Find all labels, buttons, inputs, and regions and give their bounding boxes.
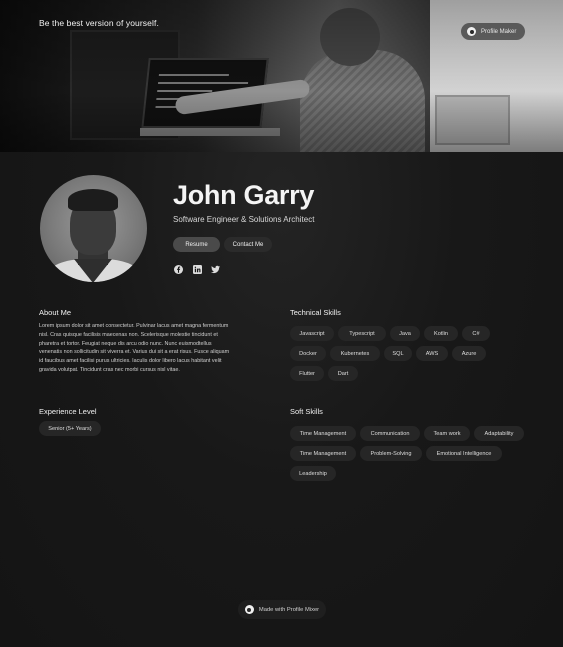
tech-skill-chip: Kubernetes	[330, 346, 380, 361]
contact-me-button[interactable]: Contact Me	[224, 237, 272, 252]
tech-skill-chip: Azure	[452, 346, 486, 361]
facebook-icon[interactable]	[174, 265, 183, 274]
made-with-badge[interactable]: Made with Profile Mixer	[238, 600, 326, 619]
tech-skill-chip: Typescript	[338, 326, 386, 341]
profile-role: Software Engineer & Solutions Architect	[173, 215, 315, 224]
soft-skill-chip: Adaptability	[474, 426, 524, 441]
hero-tagline: Be the best version of yourself.	[39, 18, 159, 28]
soft-skill-chip: Emotional Intelligence	[426, 446, 502, 461]
soft-skill-chip: Time Management	[290, 426, 356, 441]
tech-skill-chip: C#	[462, 326, 490, 341]
avatar	[40, 175, 147, 282]
profile-mixer-logo-icon	[244, 605, 254, 614]
tech-skill-chip: Java	[390, 326, 420, 341]
technical-skills-title: Technical Skills	[290, 308, 341, 317]
experience-title: Experience Level	[39, 407, 97, 416]
soft-skill-chip: Communication	[360, 426, 420, 441]
soft-skills-title: Soft Skills	[290, 407, 323, 416]
profile-name: John Garry	[173, 180, 315, 210]
twitter-icon[interactable]	[211, 265, 220, 274]
tech-skill-chip: Flutter	[290, 366, 324, 381]
tech-skill-chip: Kotlin	[424, 326, 458, 341]
experience-chip: Senior (5+ Years)	[39, 421, 101, 436]
made-with-label: Made with Profile Mixer	[258, 606, 320, 613]
soft-skill-chip: Time Management	[290, 446, 356, 461]
tech-skill-chip: Javascript	[290, 326, 334, 341]
soft-skill-chip: Team work	[424, 426, 470, 441]
profile-maker-logo-icon	[467, 27, 476, 36]
soft-skill-chip: Problem-Solving	[360, 446, 422, 461]
soft-skill-chip: Leadership	[290, 466, 336, 481]
tech-skill-chip: Dart	[328, 366, 358, 381]
profile-maker-badge[interactable]: Profile Maker	[461, 23, 526, 40]
tech-skill-chip: SQL	[384, 346, 412, 361]
tech-skill-chip: Docker	[290, 346, 326, 361]
hero-banner: Be the best version of yourself. Profile…	[0, 0, 563, 152]
tech-skill-chip: AWS	[416, 346, 448, 361]
profile-maker-badge-label: Profile Maker	[481, 28, 517, 35]
about-title: About Me	[39, 308, 72, 317]
linkedin-icon[interactable]	[193, 265, 202, 274]
about-text: Lorem ipsum dolor sit amet consectetur. …	[39, 323, 230, 373]
resume-button[interactable]: Resume	[173, 237, 220, 252]
